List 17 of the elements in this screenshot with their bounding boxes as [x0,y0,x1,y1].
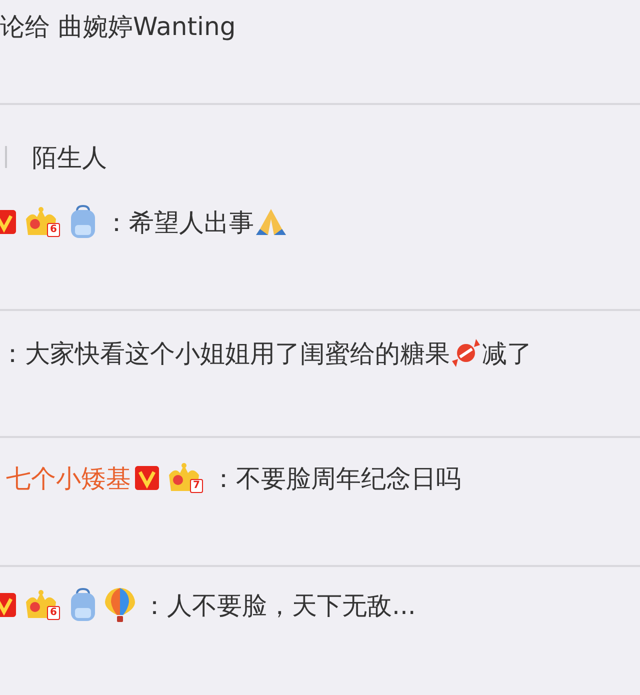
comment-text: ：不要脸周年纪念日吗 [211,462,461,494]
candy-icon [450,337,482,369]
comment-text: 论给 曲婉婷Wanting [0,10,236,42]
comment-text: ：大家快看这个小姐姐用了闺蜜给的糖果 [0,338,450,370]
comment-text: ：人不要脸，天下无敌... [142,590,416,622]
divider-bar [5,146,7,168]
backpack-icon [68,205,98,239]
balloon-icon [104,587,136,623]
verified-badge-icon [135,466,159,490]
level-badge: 6 [47,223,60,237]
backpack-icon [68,588,98,622]
level-badge: 6 [47,606,60,620]
comment-text: 陌生人 [32,142,107,174]
comment-text: 减了 [482,338,532,370]
level-badge: 7 [190,479,203,493]
user-name[interactable]: 七个小矮基 [6,462,131,494]
comment-text: ：希望人出事 [104,206,254,238]
